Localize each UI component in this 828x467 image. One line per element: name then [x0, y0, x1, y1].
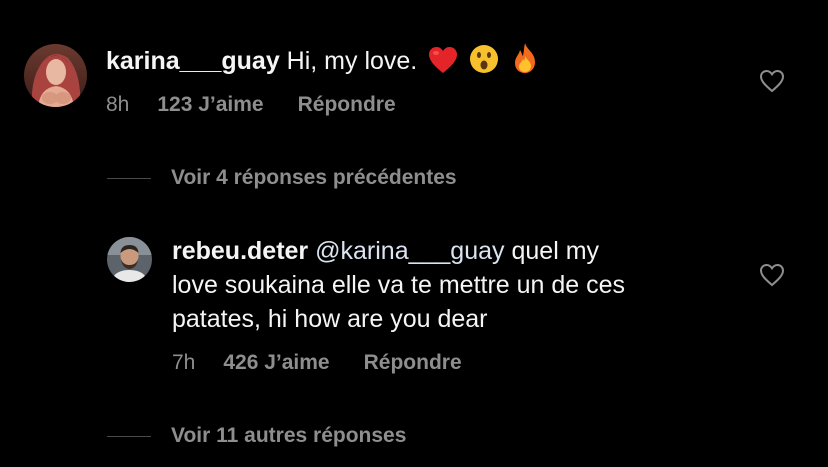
- comment-text: karina___guay Hi, my love.: [106, 42, 726, 83]
- surprised-face-emoji: [469, 44, 499, 83]
- view-more-replies-label[interactable]: Voir 11 autres réponses: [171, 424, 406, 448]
- fire-emoji: [510, 42, 540, 83]
- avatar-rebeu[interactable]: [107, 237, 152, 282]
- comment-username[interactable]: karina___guay: [106, 47, 280, 75]
- red-heart-emoji: [428, 46, 458, 83]
- comment-message: Hi, my love.: [286, 47, 418, 75]
- reply-reply-button[interactable]: Répondre: [364, 351, 462, 375]
- comment-time: 8h: [106, 93, 130, 116]
- view-previous-replies[interactable]: Voir 4 réponses précédentes: [107, 166, 457, 190]
- reply-message-line3: patates, hi how are you dear: [172, 305, 488, 333]
- likes-count[interactable]: 123 J’aime: [157, 93, 263, 117]
- heart-outline-icon[interactable]: [759, 69, 785, 93]
- avatar-karina[interactable]: [24, 44, 87, 107]
- reply-button[interactable]: Répondre: [298, 93, 396, 117]
- view-previous-replies-label[interactable]: Voir 4 réponses précédentes: [171, 166, 457, 190]
- reply-message-line2: love soukaina elle va te mettre un de ce…: [172, 271, 626, 299]
- thread-divider: [107, 177, 151, 179]
- reply-mention[interactable]: @karina___guay: [315, 237, 504, 265]
- reply-meta: 7h 426 J’aime Répondre: [172, 351, 462, 375]
- reply-text: rebeu.deter @karina___guay quel my love …: [172, 234, 732, 336]
- comment-meta: 8h 123 J’aime Répondre: [106, 93, 396, 117]
- reply-time: 7h: [172, 351, 196, 374]
- reply-username[interactable]: rebeu.deter: [172, 237, 308, 265]
- thread-divider: [107, 435, 151, 437]
- heart-outline-icon[interactable]: [759, 263, 785, 287]
- reply-message-line1: quel my: [504, 237, 600, 265]
- reply-likes-count[interactable]: 426 J’aime: [223, 351, 329, 375]
- view-more-replies[interactable]: Voir 11 autres réponses: [107, 424, 406, 448]
